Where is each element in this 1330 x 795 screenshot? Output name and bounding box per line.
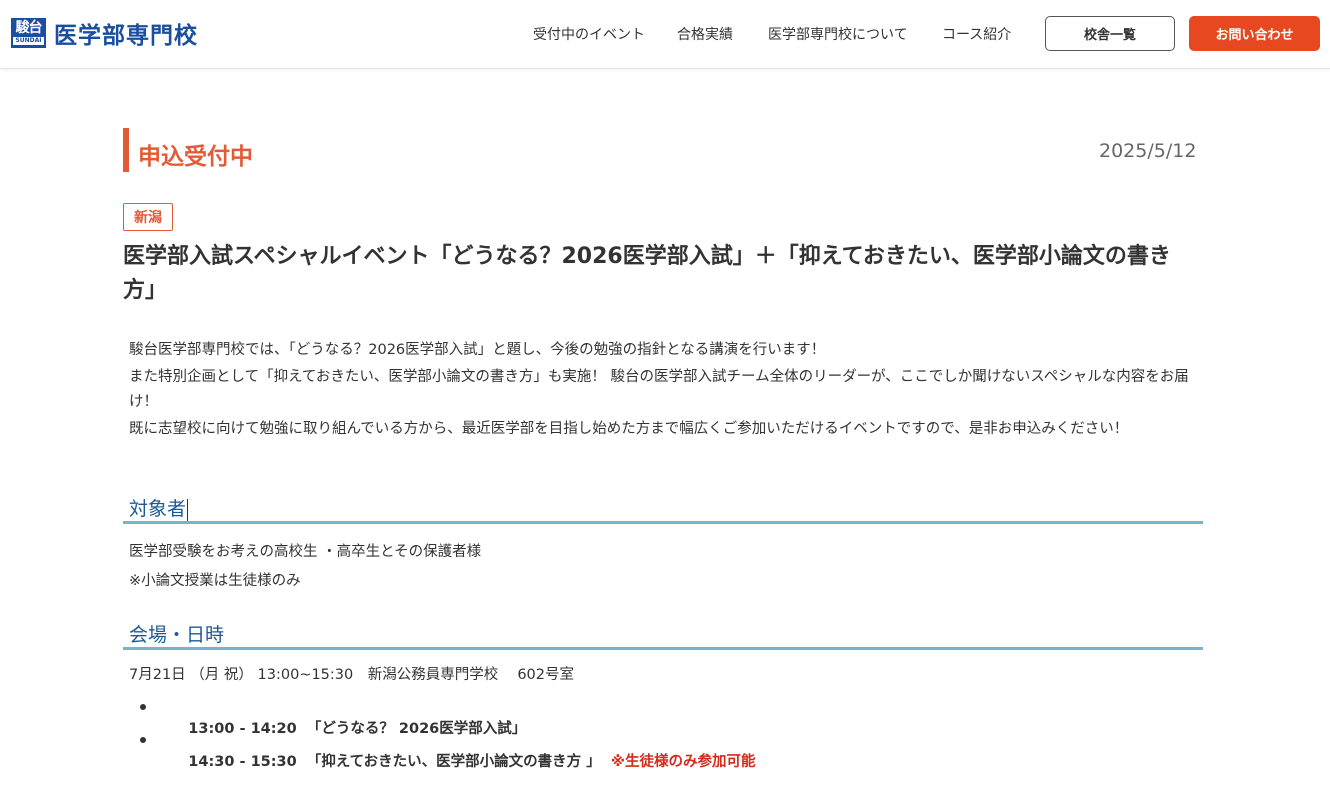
logo-text: 医学部専門校 xyxy=(54,23,198,49)
session-title: 「抑えておきたい、医学部小論文の書き方 」 xyxy=(306,754,601,770)
status-label: 申込受付中 xyxy=(138,144,253,170)
sundai-logo-badge: 駿台 SUNDAI xyxy=(11,18,46,48)
logo-badge-roman: SUNDAI xyxy=(13,37,44,45)
region-tag[interactable]: 新潟 xyxy=(123,203,173,231)
section-heading-text: 対象者 xyxy=(129,498,187,520)
contact-button[interactable]: お問い合わせ xyxy=(1189,16,1320,51)
bullet-icon xyxy=(140,737,146,743)
nav-item-events[interactable]: 受付中のイベント xyxy=(533,24,645,44)
intro-paragraph: 駿台医学部専門校では、「どうなる？2026医学部入試」と題し、今後の勉強の指針と… xyxy=(129,342,826,358)
intro-paragraph: 既に志望校に向けて勉強に取り組んでいる方から、最近医学部を目指し始めた方まで幅広… xyxy=(129,421,1129,437)
intro-paragraph: また特別企画として「抑えておきたい、医学部小論文の書き方」も実施！ 駿台の医学部… xyxy=(129,369,1189,410)
logo-badge-kanji: 駿台 xyxy=(15,20,43,36)
venue-datetime: 7月21日 （月 祝） 13:00~15:30 新潟公務員専門学校 602号室 xyxy=(129,667,575,683)
session-note: ※生徒様のみ参加可能 xyxy=(610,754,756,770)
campus-list-button[interactable]: 校舎一覧 xyxy=(1045,16,1175,51)
bullet-icon xyxy=(140,704,146,710)
intro-text: 駿台医学部専門校では、「どうなる？2026医学部入試」と題し、今後の勉強の指針と… xyxy=(129,338,1204,444)
section-heading-target: 対象者 xyxy=(123,494,1203,524)
site-logo[interactable]: 駿台 SUNDAI 医学部専門校 xyxy=(11,18,198,49)
post-date: 2025/5/12 xyxy=(1099,140,1197,162)
target-line: 医学部受験をお考えの高校生 ・高卒生とその保護者様 xyxy=(129,544,482,560)
site-header: 駿台 SUNDAI 医学部専門校 受付中のイベント 合格実績 医学部専門校につい… xyxy=(0,0,1330,69)
target-audience: 医学部受験をお考えの高校生 ・高卒生とその保護者様 ※小論文授業は生徒様のみ xyxy=(129,538,481,596)
status-accent-bar xyxy=(123,128,129,172)
nav-item-about[interactable]: 医学部専門校について xyxy=(768,24,908,44)
session-item: 13:00 - 14:20 「どうなる？ 2026医学部入試」 xyxy=(138,696,755,737)
session-time: 14:30 - 15:30 xyxy=(188,754,297,770)
nav-item-results[interactable]: 合格実績 xyxy=(677,24,733,44)
target-line: ※小論文授業は生徒様のみ xyxy=(129,573,301,589)
session-list: 13:00 - 14:20 「どうなる？ 2026医学部入試」 14:30 - … xyxy=(138,696,755,770)
event-title: 医学部入試スペシャルイベント「どうなる？2026医学部入試」＋「抑えておきたい、… xyxy=(123,244,1171,303)
nav-item-courses[interactable]: コース紹介 xyxy=(942,24,1011,44)
section-heading-venue: 会場・日時 xyxy=(123,620,1203,650)
text-cursor xyxy=(187,498,189,521)
section-heading-text: 会場・日時 xyxy=(129,624,225,646)
session-item: 14:30 - 15:30 「抑えておきたい、医学部小論文の書き方 」 ※生徒様… xyxy=(138,729,755,770)
